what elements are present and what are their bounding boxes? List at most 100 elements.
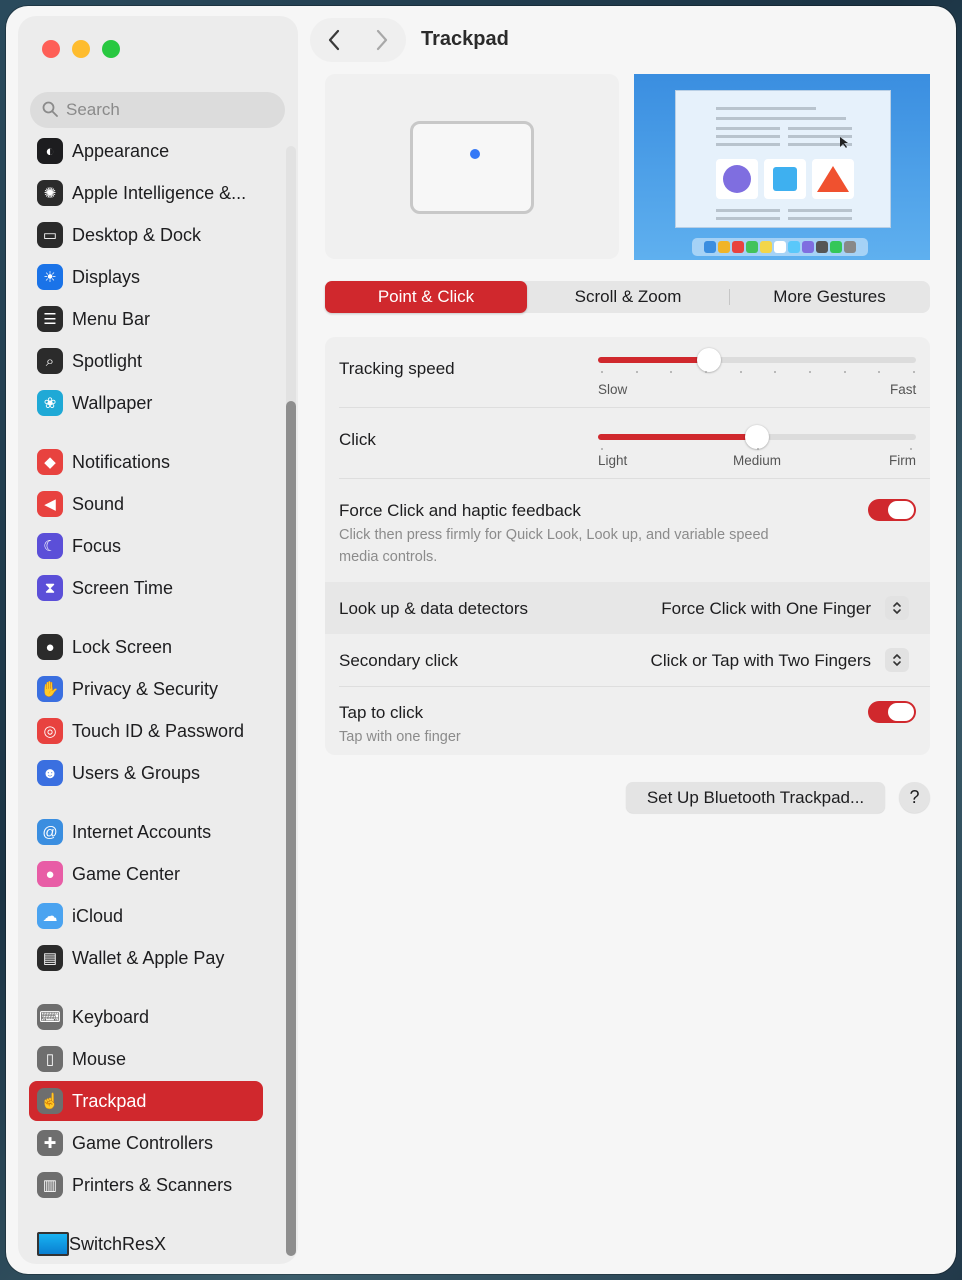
- sidebar-item-touch-id-password[interactable]: ◎ Touch ID & Password: [29, 711, 263, 751]
- chevron-right-icon: [376, 29, 388, 51]
- sidebar-item-displays[interactable]: ☀ Displays: [29, 257, 263, 297]
- sidebar-item-label: Printers & Scanners: [72, 1174, 233, 1195]
- sidebar-item-wallpaper[interactable]: ❀ Wallpaper: [29, 383, 263, 423]
- at-sign-icon: @: [37, 819, 63, 845]
- secondary-click-popup-button[interactable]: [885, 648, 909, 672]
- screen-time-icon: ⧗: [37, 575, 63, 601]
- look-up-popup-button[interactable]: [885, 596, 909, 620]
- sidebar-item-focus[interactable]: ☾ Focus: [29, 526, 263, 566]
- sidebar-item-wallet-apple-pay[interactable]: ▤ Wallet & Apple Pay: [29, 938, 263, 978]
- notifications-icon: ◆: [37, 449, 63, 475]
- sidebar-item-label: Trackpad: [72, 1090, 147, 1111]
- sidebar-item-label: Sound: [72, 493, 125, 514]
- fingerprint-icon: ◎: [37, 718, 63, 744]
- click-medium-label: Medium: [733, 453, 782, 468]
- sidebar-item-internet-accounts[interactable]: @ Internet Accounts: [29, 812, 263, 852]
- sidebar-item-label: Appearance: [72, 140, 170, 161]
- sidebar-item-label: Users & Groups: [72, 762, 201, 783]
- secondary-click-value[interactable]: Click or Tap with Two Fingers: [651, 651, 871, 671]
- spotlight-icon: ⌕: [37, 348, 63, 374]
- sidebar-item-users-groups[interactable]: ☻ Users & Groups: [29, 753, 263, 793]
- sidebar-item-menu-bar[interactable]: ☰ Menu Bar: [29, 299, 263, 339]
- slider-tick: [601, 371, 604, 373]
- sidebar-item-screen-time[interactable]: ⧗ Screen Time: [29, 568, 263, 608]
- force-click-toggle[interactable]: [868, 499, 916, 521]
- chevron-left-icon: [328, 29, 340, 51]
- help-button[interactable]: ?: [899, 782, 930, 813]
- sidebar-item-label: Privacy & Security: [72, 678, 219, 699]
- sidebar-item-label: Wallpaper: [72, 392, 153, 413]
- sidebar-item-label: Mouse: [72, 1048, 127, 1069]
- point-click-settings: Tracking speed Slow Fast Click Light Med…: [325, 337, 930, 755]
- sidebar-item-switchresx[interactable]: SwitchResX: [29, 1224, 263, 1264]
- mouse-icon: ▯: [37, 1046, 63, 1072]
- slider-tick: [739, 371, 742, 373]
- click-firm-label: Firm: [889, 453, 916, 468]
- look-up-label: Look up & data detectors: [339, 599, 529, 618]
- back-button[interactable]: [310, 18, 358, 62]
- sidebar-item-spotlight[interactable]: ⌕ Spotlight: [29, 341, 263, 381]
- desktop-dock-icon: ▭: [37, 222, 63, 248]
- setup-bluetooth-trackpad-button[interactable]: Set Up Bluetooth Trackpad...: [626, 782, 885, 813]
- sidebar-item-sound[interactable]: ◀ Sound: [29, 484, 263, 524]
- sidebar-item-lock-screen[interactable]: ● Lock Screen: [29, 627, 263, 667]
- sidebar-item-mouse[interactable]: ▯ Mouse: [29, 1039, 263, 1079]
- trackpad-illustration: [410, 121, 534, 214]
- zoom-button[interactable]: [102, 40, 120, 58]
- sidebar-item-label: Focus: [72, 535, 122, 556]
- sidebar-item-keyboard[interactable]: ⌨ Keyboard: [29, 997, 263, 1037]
- look-up-value[interactable]: Force Click with One Finger: [661, 599, 871, 619]
- search-field[interactable]: [30, 92, 285, 128]
- lock-screen-icon: ●: [37, 634, 63, 660]
- switchresx-monitor-icon: [37, 1232, 69, 1256]
- wallpaper-icon: ❀: [37, 390, 63, 416]
- sidebar-item-label: Lock Screen: [72, 636, 173, 657]
- trackpad-icon: ☝: [37, 1088, 63, 1114]
- sidebar-scrollbar-thumb[interactable]: [286, 401, 296, 1256]
- sidebar-item-notifications[interactable]: ◆ Notifications: [29, 442, 263, 482]
- search-icon: [42, 101, 58, 117]
- sidebar-item-printers-scanners[interactable]: ▥ Printers & Scanners: [29, 1165, 263, 1205]
- click-firmness-fill: [598, 434, 757, 440]
- sidebar-item-privacy-security[interactable]: ✋ Privacy & Security: [29, 669, 263, 709]
- sidebar-item-label: Game Center: [72, 863, 181, 884]
- force-click-description-line2: media controls.: [339, 549, 438, 565]
- slider-tick: [705, 371, 708, 373]
- click-firmness-slider[interactable]: [598, 425, 916, 450]
- sidebar-item-label: Apple Intelligence &...: [72, 182, 247, 203]
- sidebar-item-icloud[interactable]: ☁ iCloud: [29, 896, 263, 936]
- minimize-button[interactable]: [72, 40, 90, 58]
- tap-to-click-toggle[interactable]: [868, 701, 916, 723]
- slider-tick: [670, 371, 673, 373]
- tracking-speed-fill: [598, 357, 710, 363]
- sidebar-item-game-center[interactable]: ● Game Center: [29, 854, 263, 894]
- game-center-icon: ●: [37, 861, 63, 887]
- force-click-label: Force Click and haptic feedback: [339, 501, 581, 520]
- sidebar-item-game-controllers[interactable]: ✚ Game Controllers: [29, 1123, 263, 1163]
- trackpad-preview: [325, 74, 619, 259]
- close-button[interactable]: [42, 40, 60, 58]
- apple-intelligence-icon: ✺: [37, 180, 63, 206]
- sidebar-item-trackpad[interactable]: ☝ Trackpad: [29, 1081, 263, 1121]
- privacy-hand-icon: ✋: [37, 676, 63, 702]
- sidebar-item-desktop-dock[interactable]: ▭ Desktop & Dock: [29, 215, 263, 255]
- sidebar-item-label: Displays: [72, 266, 141, 287]
- page-title: Trackpad: [421, 28, 509, 50]
- sidebar-item-appearance[interactable]: ◐ Appearance: [29, 131, 263, 171]
- tab-point-click[interactable]: Point & Click: [325, 281, 527, 313]
- search-input[interactable]: [66, 92, 276, 128]
- tab-more-gestures[interactable]: More Gestures: [729, 281, 930, 313]
- slider-tick: [757, 448, 759, 450]
- navigation-buttons: [310, 18, 406, 62]
- touch-point-indicator: [470, 149, 480, 159]
- tab-scroll-zoom[interactable]: Scroll & Zoom: [527, 281, 729, 313]
- sidebar-item-apple-intelligence[interactable]: ✺ Apple Intelligence &...: [29, 173, 263, 213]
- demo-triangle-card: [812, 159, 854, 199]
- sidebar-item-label: SwitchResX: [69, 1233, 167, 1254]
- tracking-speed-thumb[interactable]: [697, 348, 722, 372]
- tracking-speed-slider[interactable]: [598, 348, 916, 373]
- forward-button[interactable]: [358, 18, 406, 62]
- sidebar-item-label: Desktop & Dock: [72, 224, 202, 245]
- click-light-label: Light: [598, 453, 628, 468]
- click-firmness-thumb[interactable]: [745, 425, 769, 449]
